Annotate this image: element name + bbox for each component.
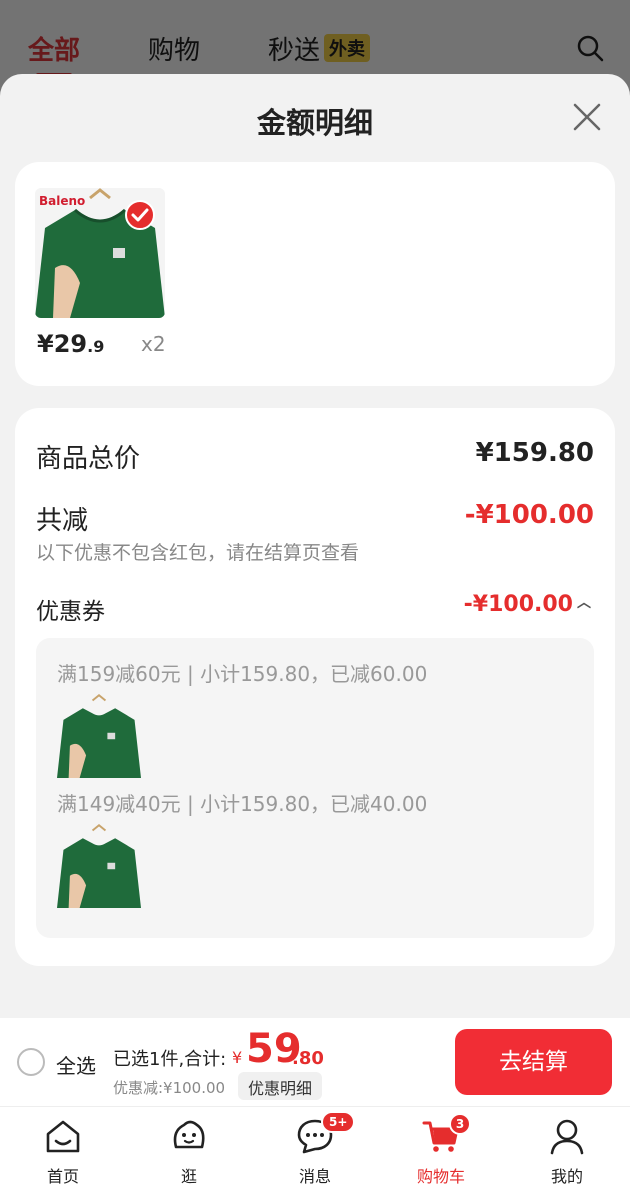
browse-icon xyxy=(173,1120,205,1149)
coupon-rule: 满149减40元 | 小计159.80，已减40.00 xyxy=(57,792,428,816)
cart-badge: 3 xyxy=(449,1113,471,1135)
home-icon xyxy=(46,1120,80,1153)
total-reduce-value: -¥100.00 xyxy=(464,500,594,530)
checkout-bar: 全选 已选1件,合计: ¥ 59 .80 优惠减:¥100.00 优惠明细 去结… xyxy=(0,1018,630,1106)
bottom-nav: 首页 逛 5+ 消息 3 购物车 我的 xyxy=(0,1106,630,1199)
coupon-label: 优惠券 xyxy=(36,599,105,625)
nav-label: 购物车 xyxy=(416,1167,465,1186)
brand-logo: Baleno xyxy=(39,194,86,208)
profile-icon xyxy=(550,1119,584,1155)
total-reduce-label: 共减 xyxy=(36,506,89,536)
coupon-value-text: -¥100.00 xyxy=(463,592,573,617)
nav-home[interactable]: 首页 xyxy=(13,1107,113,1199)
coupon-value[interactable]: -¥100.00 ︿ xyxy=(464,592,591,617)
nav-messages[interactable]: 5+ 消息 xyxy=(265,1107,365,1199)
nav-browse[interactable]: 逛 xyxy=(139,1107,239,1199)
item-price-int: ¥29 xyxy=(37,330,88,358)
coupon-product-image xyxy=(57,824,141,908)
select-all-radio[interactable] xyxy=(17,1048,45,1076)
price-summary-card: 商品总价 ¥159.80 共减 -¥100.00 以下优惠不包含红包，请在结算页… xyxy=(15,408,615,966)
amount-detail-sheet: 金额明细 Baleno ¥29.9 x2 商品总价 ¥159.80 共减 -¥1… xyxy=(0,74,630,1018)
item-quantity: x2 xyxy=(141,332,166,356)
product-card: Baleno ¥29.9 x2 xyxy=(15,162,615,386)
item-price: ¥29.9 xyxy=(37,330,104,358)
coupon-detail-box: 满159减60元 | 小计159.80，已减60.00 满149减40元 | 小… xyxy=(36,638,594,938)
discount-detail-button[interactable]: 优惠明细 xyxy=(238,1072,323,1100)
selected-check-icon xyxy=(125,200,155,230)
close-icon[interactable] xyxy=(572,102,602,132)
nav-label: 逛 xyxy=(180,1167,197,1186)
total-amount-dec: .80 xyxy=(292,1048,324,1069)
nav-label: 首页 xyxy=(46,1167,79,1186)
message-badge: 5+ xyxy=(321,1111,356,1133)
reduce-note: 以下优惠不包含红包，请在结算页查看 xyxy=(36,542,360,564)
goods-total-value: ¥159.80 xyxy=(475,438,594,468)
nav-label: 消息 xyxy=(298,1167,331,1186)
chevron-up-icon: ︿ xyxy=(577,595,591,611)
item-price-dec: .9 xyxy=(87,337,105,356)
coupon-product-image xyxy=(57,694,141,778)
goods-total-label: 商品总价 xyxy=(36,444,141,474)
nav-label: 我的 xyxy=(550,1167,583,1186)
sheet-title: 金额明细 xyxy=(256,106,373,140)
nav-profile[interactable]: 我的 xyxy=(517,1107,617,1199)
coupon-rule: 满159减60元 | 小计159.80，已减60.00 xyxy=(57,662,428,686)
selected-count-label: 已选1件,合计: xyxy=(113,1049,227,1070)
discount-note: 优惠减:¥100.00 xyxy=(113,1079,226,1097)
nav-cart[interactable]: 3 购物车 xyxy=(391,1107,491,1199)
select-all-label[interactable]: 全选 xyxy=(56,1050,96,1079)
total-currency: ¥ xyxy=(232,1048,243,1067)
checkout-button[interactable]: 去结算 xyxy=(455,1029,612,1095)
